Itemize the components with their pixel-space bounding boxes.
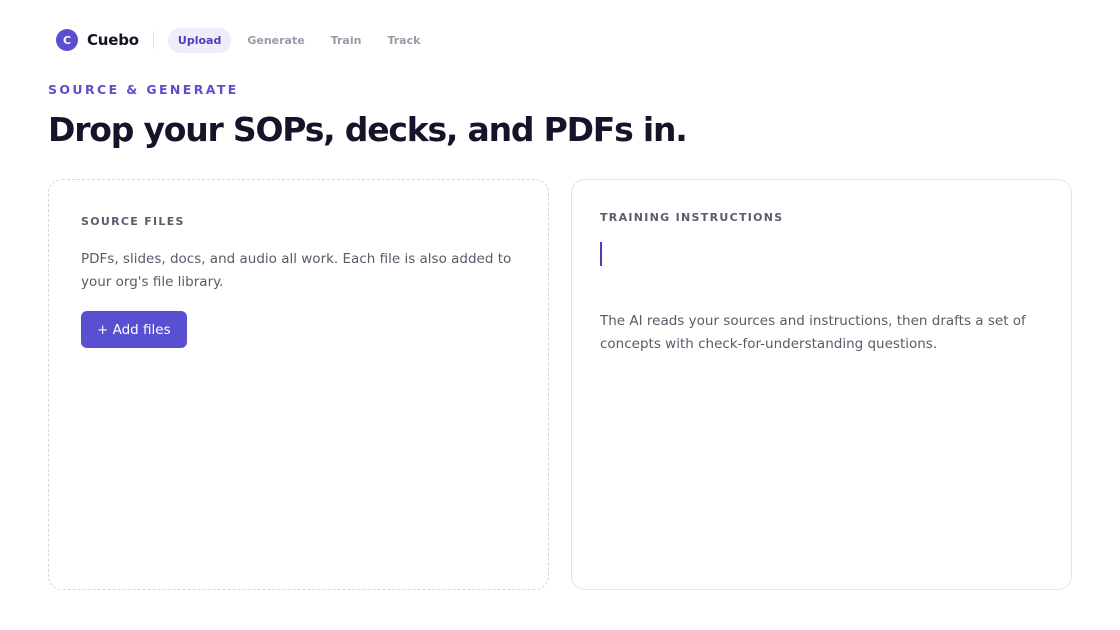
source-files-dropzone[interactable]: SOURCE FILES PDFs, slides, docs, and aud… xyxy=(48,179,549,590)
top-nav: C Cuebo Upload Generate Train Track xyxy=(56,27,436,53)
caret-bar xyxy=(600,242,602,266)
tab-upload[interactable]: Upload xyxy=(167,27,232,53)
source-files-label: SOURCE FILES xyxy=(81,215,185,228)
tab-train[interactable]: Train xyxy=(321,28,372,53)
source-files-description: PDFs, slides, docs, and audio all work. … xyxy=(81,251,512,290)
section-eyebrow: SOURCE & GENERATE xyxy=(48,82,239,97)
brand-logo-mark[interactable]: C xyxy=(56,29,78,51)
page-title: Drop your SOPs, decks, and PDFs in. xyxy=(48,110,688,149)
tab-generate[interactable]: Generate xyxy=(237,28,314,53)
training-instructions-input[interactable] xyxy=(600,240,1045,268)
nav-divider xyxy=(152,31,154,49)
training-instructions-label: TRAINING INSTRUCTIONS xyxy=(600,211,784,224)
training-instructions-help: The AI reads your sources and instructio… xyxy=(600,313,1026,352)
brand-name[interactable]: Cuebo xyxy=(87,31,139,49)
add-files-button[interactable]: + Add files xyxy=(81,311,187,348)
training-instructions-card: TRAINING INSTRUCTIONS The AI reads your … xyxy=(571,179,1072,590)
tab-track[interactable]: Track xyxy=(377,28,430,53)
